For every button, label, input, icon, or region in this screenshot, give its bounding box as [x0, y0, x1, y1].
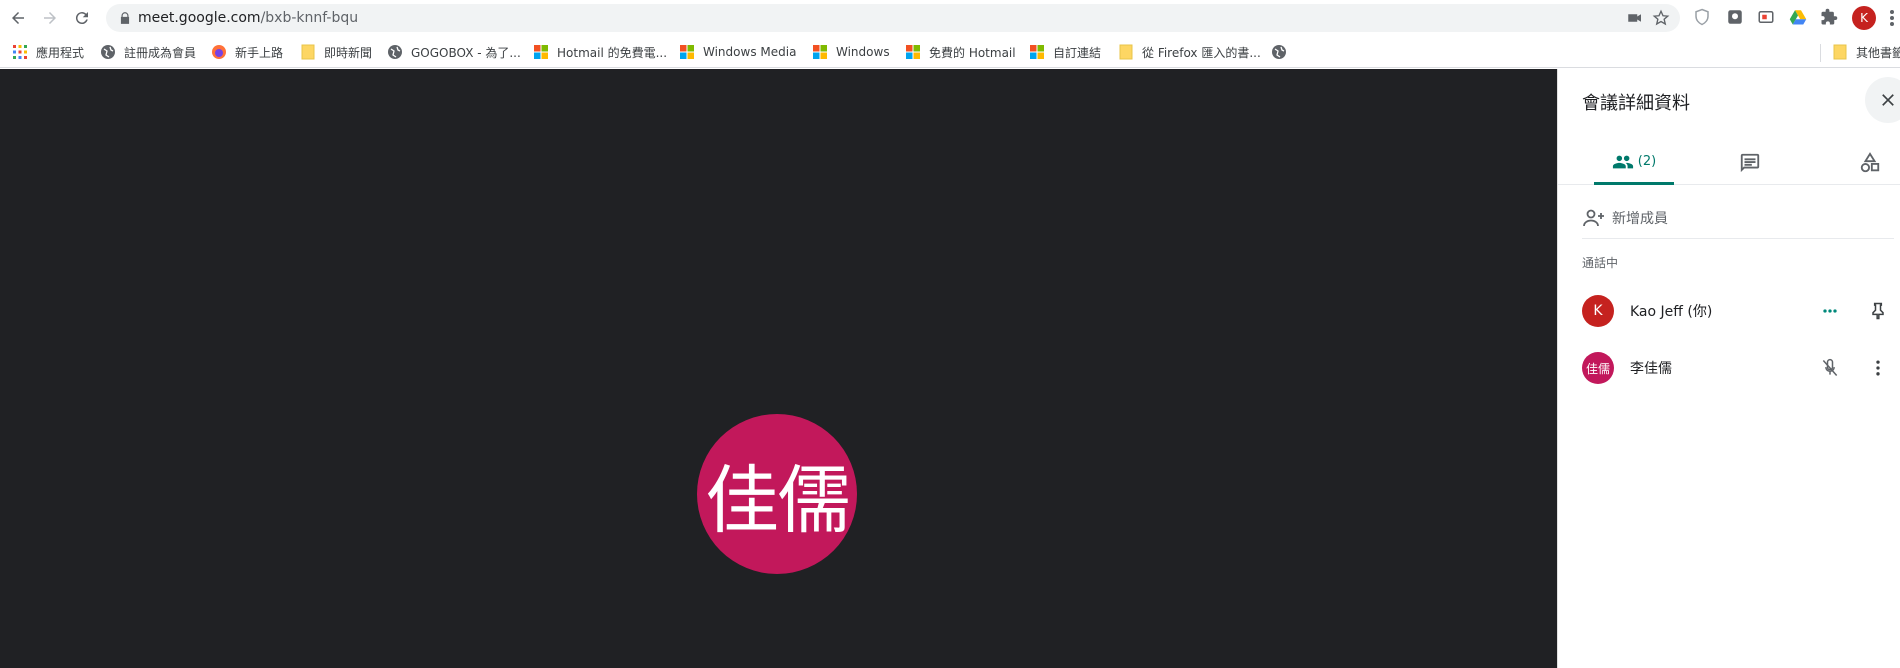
arrow-right-icon: [44, 12, 56, 24]
meeting-details-panel: 會議詳細資料 (2) 新增成員 通話中 K Kao Jeff (你) 佳儒 李佳…: [1557, 69, 1900, 668]
bookmark-label: 自訂連結: [1053, 45, 1102, 60]
more-options-button[interactable]: [1866, 356, 1890, 380]
camera-icon[interactable]: [1626, 9, 1644, 27]
chat-icon: [1740, 153, 1760, 173]
mic-off-icon: [1822, 358, 1838, 376]
people-count: (2): [1637, 154, 1657, 169]
add-people-label: 新增成員: [1612, 210, 1668, 227]
windows-icon: [813, 45, 827, 59]
reload-icon: [75, 12, 88, 25]
bookmark-apps[interactable]: 應用程式: [12, 43, 84, 61]
globe-icon: [1272, 45, 1286, 59]
participant-name: Kao Jeff (你): [1630, 304, 1713, 320]
add-person-icon: [1583, 209, 1604, 226]
kebab-menu-icon[interactable]: [1888, 8, 1896, 28]
avatar: K: [1582, 295, 1614, 327]
bookmark-label: 註冊成為會員: [124, 45, 197, 60]
arrow-left-icon: [12, 12, 24, 24]
bookmark-register[interactable]: 註冊成為會員: [100, 43, 196, 61]
close-panel-button[interactable]: [1865, 77, 1900, 123]
bookmark-label: GOGOBOX - 為了...: [411, 45, 521, 60]
cast-extension-icon[interactable]: [1757, 8, 1775, 26]
panel-title: 會議詳細資料: [1582, 93, 1690, 114]
bookmark-label: 即時新聞: [324, 45, 373, 60]
lock-icon: [120, 12, 130, 24]
audio-level-indicator: [1818, 299, 1842, 323]
apps-grid-icon: [13, 45, 27, 59]
participant-avatar-large: 佳儒: [697, 414, 857, 574]
folder-icon: [301, 44, 315, 60]
tab-activities[interactable]: [1830, 141, 1900, 185]
participant-name: 李佳儒: [1630, 361, 1672, 377]
pin-button[interactable]: [1866, 299, 1890, 323]
firefox-icon: [212, 45, 226, 59]
video-stage: 佳儒: [0, 69, 1557, 668]
folder-icon: [1119, 44, 1133, 60]
bookmark-free-hotmail[interactable]: 免費的 Hotmail: [905, 43, 1016, 61]
back-button[interactable]: [6, 6, 30, 30]
address-bar[interactable]: meet.google.com/bxb-knnf-bqu: [106, 4, 1680, 32]
screenshot-extension-icon[interactable]: [1726, 8, 1744, 26]
forward-button[interactable]: [38, 6, 62, 30]
bookmark-label: 應用程式: [36, 45, 85, 60]
bookmark-windows[interactable]: Windows: [812, 43, 890, 61]
puzzle-extensions-icon[interactable]: [1820, 8, 1838, 26]
bookmark-globe[interactable]: [1271, 43, 1295, 61]
bookmark-label: 免費的 Hotmail: [929, 45, 1016, 60]
section-in-call: 通話中: [1582, 256, 1619, 270]
tab-chat[interactable]: [1710, 141, 1790, 185]
url-text: meet.google.com/bxb-knnf-bqu: [138, 10, 358, 26]
browser-toolbar: meet.google.com/bxb-knnf-bqu K: [0, 0, 1900, 36]
windows-icon: [1030, 45, 1044, 59]
panel-tabs: (2): [1558, 141, 1900, 185]
people-icon: [1612, 155, 1633, 168]
globe-icon: [388, 45, 402, 59]
bookmarks-separator: [1820, 44, 1821, 62]
bookmark-gogobox[interactable]: GOGOBOX - 為了...: [387, 43, 521, 61]
star-icon[interactable]: [1652, 9, 1670, 27]
bookmark-label: Windows: [836, 45, 890, 59]
windows-icon: [680, 45, 694, 59]
bookmark-firefox-imported[interactable]: 從 Firefox 匯入的書...: [1118, 43, 1261, 61]
windows-icon: [534, 45, 548, 59]
reload-button[interactable]: [70, 6, 94, 30]
folder-icon: [1833, 44, 1847, 60]
bookmark-getting-started[interactable]: 新手上路: [211, 43, 283, 61]
bookmark-label: 新手上路: [235, 45, 284, 60]
bookmark-custom-links[interactable]: 自訂連結: [1029, 43, 1101, 61]
bookmark-windows-media[interactable]: Windows Media: [679, 43, 796, 61]
bookmark-label: Windows Media: [703, 45, 797, 59]
add-people-button[interactable]: 新增成員: [1582, 197, 1894, 239]
participant-row: K Kao Jeff (你): [1582, 291, 1894, 331]
muted-indicator: [1818, 356, 1842, 380]
bookmark-label: 其他書籤: [1856, 45, 1900, 60]
shapes-activities-icon: [1860, 152, 1880, 173]
bookmark-label: Hotmail 的免費電...: [557, 45, 668, 60]
tab-people[interactable]: (2): [1594, 141, 1674, 185]
bookmark-other[interactable]: 其他書籤: [1832, 43, 1900, 61]
url-path: /bxb-knnf-bqu: [260, 10, 359, 26]
audio-dots-icon: [1823, 309, 1837, 313]
url-host: meet.google.com: [138, 10, 261, 26]
pin-icon: [1872, 302, 1884, 320]
bookmark-hotmail-free[interactable]: Hotmail 的免費電...: [533, 43, 667, 61]
bookmarks-bar: 應用程式 註冊成為會員 新手上路 即時新聞 GOGOBOX - 為了... Ho…: [0, 36, 1900, 68]
google-drive-icon[interactable]: [1789, 8, 1807, 26]
avatar: 佳儒: [1582, 352, 1614, 384]
bookmark-news[interactable]: 即時新聞: [300, 43, 372, 61]
globe-icon: [101, 45, 115, 59]
bookmark-label: 從 Firefox 匯入的書...: [1142, 45, 1261, 60]
profile-avatar[interactable]: K: [1852, 6, 1876, 30]
shield-extension-icon[interactable]: [1693, 8, 1711, 26]
windows-icon: [906, 45, 920, 59]
kebab-menu-icon: [1876, 360, 1880, 376]
close-icon: [1882, 94, 1894, 106]
participant-row: 佳儒 李佳儒: [1582, 348, 1894, 388]
